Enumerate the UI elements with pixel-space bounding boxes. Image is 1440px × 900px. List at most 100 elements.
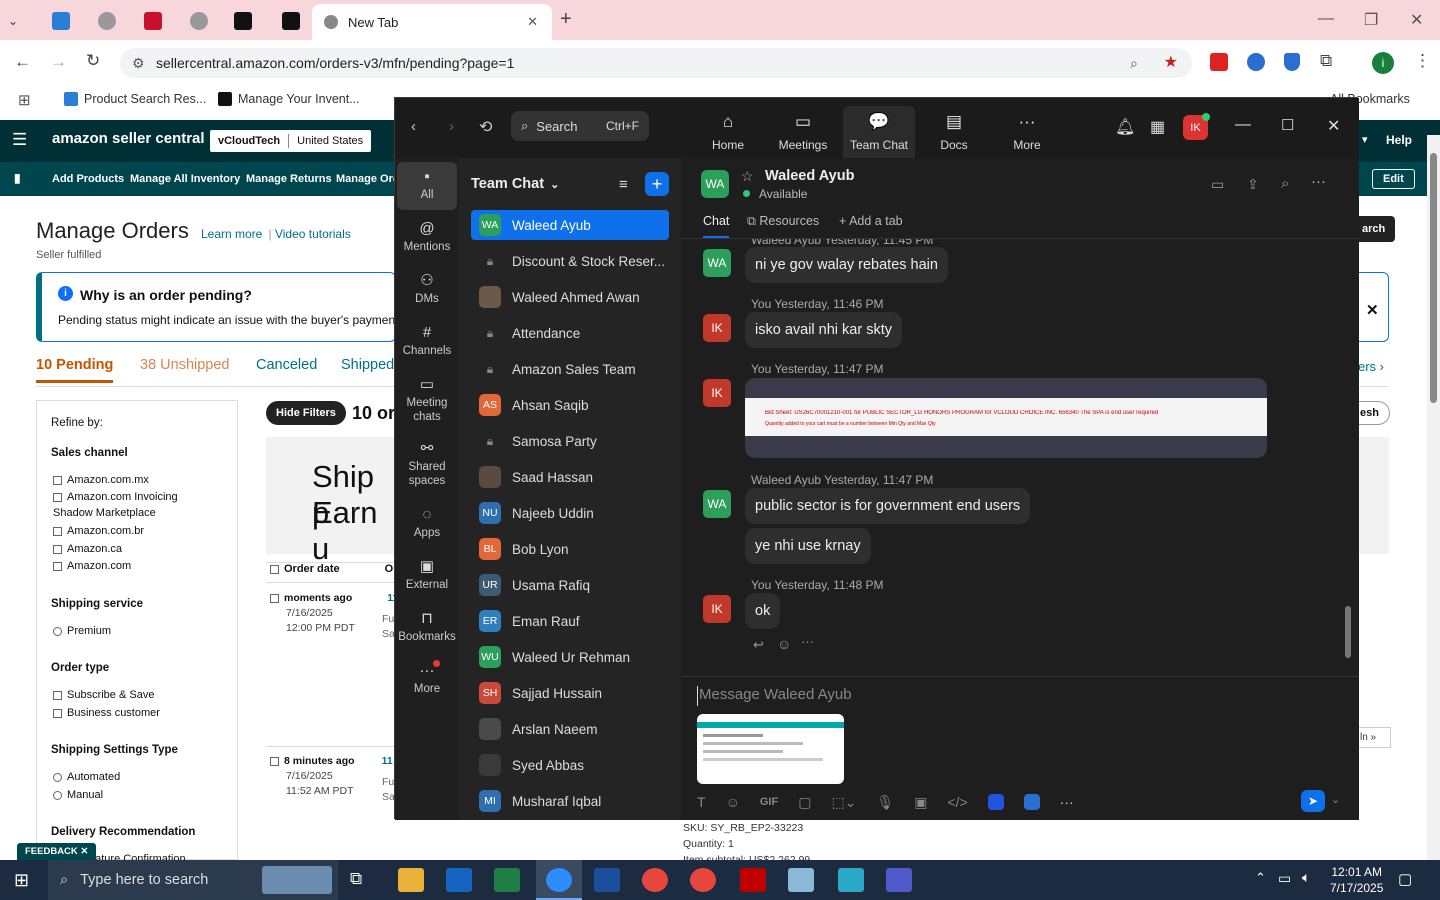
top-nav-home[interactable]: ⌂ Home [693,112,763,152]
notification-center-icon[interactable]: ▢ [1398,870,1412,888]
system-clock[interactable]: 12:01 AM 7/17/2025 [1330,864,1383,896]
extensions-puzzle-icon[interactable]: ⧉ [1320,51,1332,71]
contact-item[interactable]: NU Najeeb Uddin [471,498,669,528]
chevron-up-icon[interactable]: ⌃ [1255,870,1266,886]
tab-list-button[interactable]: ⌄ [8,6,18,36]
back-icon[interactable]: ← [14,52,31,72]
hide-filters-button[interactable]: Hide Filters [266,401,346,425]
tab-favicon-3[interactable] [144,6,162,36]
message-avatar[interactable]: WA [703,249,731,277]
pasted-image-preview[interactable] [697,714,844,784]
minimize-icon[interactable]: — [1235,116,1251,134]
search-icon[interactable]: ⌕ [1281,175,1289,192]
top-nav-docs[interactable]: ▤ Docs [919,112,989,152]
checkbox[interactable] [53,492,62,502]
more-options-icon[interactable]: ··· [1311,173,1326,190]
tab-favicon-amazon[interactable] [234,6,252,36]
emoji-icon[interactable]: ☺ [726,794,740,810]
tab-favicon-1[interactable] [52,6,70,36]
contact-item[interactable]: BL Bob Lyon [471,534,669,564]
profile-avatar[interactable]: i [1372,52,1394,74]
excel-icon[interactable] [494,868,520,892]
amazon-logo[interactable]: amazon seller central [52,130,205,147]
nav-add-products[interactable]: Add Products [52,173,124,185]
calculator-icon[interactable] [594,868,620,892]
top-nav-team-chat[interactable]: 💬 Team Chat [843,106,915,158]
app-icon[interactable] [788,868,814,892]
checkbox[interactable] [53,690,62,700]
top-nav-more[interactable]: ··· More [992,112,1062,152]
contact-item[interactable]: 🔒︎ Attendance [471,318,669,348]
filter-option[interactable]: Subscribe & Save [53,689,154,701]
bookmark-manage-inventory[interactable]: Manage Your Invent... [218,92,360,106]
checkbox[interactable] [53,475,62,485]
checkbox[interactable] [53,561,62,571]
calendar-icon[interactable]: ▦ [1150,117,1165,137]
chat-avatar[interactable]: WA [701,170,729,198]
rail-more[interactable]: ··· More [397,663,457,696]
maximize-icon[interactable]: ☐ [1281,116,1294,134]
close-window-icon[interactable]: ✕ [1410,10,1423,30]
radio[interactable] [53,790,62,800]
refresh-button[interactable]: esh [1358,401,1390,425]
message-input[interactable]: Message Waleed Ayub [697,686,1337,706]
site-info-icon[interactable]: ⚙ [132,48,145,78]
contact-item[interactable]: SH Sajjad Hussain [471,678,669,708]
rail-meeting-chats[interactable]: ▭ Meeting chats [397,377,457,424]
tab-favicon-amazon-2[interactable] [282,6,300,36]
apps-grid-icon[interactable]: ⊞ [18,91,31,109]
address-bar[interactable]: ⚙ sellercentral.amazon.com/orders-v3/mfn… [120,48,1192,78]
message-avatar[interactable]: WA [703,490,731,518]
message-avatar[interactable]: IK [703,595,731,623]
new-chat-button[interactable]: + [645,172,669,196]
history-icon[interactable]: ⟲ [479,117,492,137]
app-icon[interactable] [838,868,864,892]
dropdown-chevron-icon[interactable]: ▾ [1362,133,1368,146]
rail-all[interactable]: ▪ All [397,162,457,210]
rail-dms[interactable]: ⚇ DMs [397,273,457,306]
radio[interactable] [53,626,62,636]
contact-item[interactable]: Saad Hassan [471,462,669,492]
filter-option[interactable]: Amazon.com.mx [53,474,149,486]
bookmark-product-search[interactable]: Product Search Res... [64,92,206,106]
hamburger-menu-icon[interactable]: ☰ [12,130,27,150]
microphone-icon[interactable]: 🎙︎ [876,794,894,811]
help-link[interactable]: Help [1386,133,1412,147]
edit-nav-button[interactable]: Edit [1372,169,1415,189]
scrollbar-thumb[interactable] [1345,606,1351,658]
row-checkbox[interactable] [270,756,279,766]
close-info-icon[interactable]: ✕ [1366,301,1379,319]
tab-more-link[interactable]: ers › [1358,359,1384,374]
rail-channels[interactable]: # Channels [397,325,457,358]
tab-favicon-2[interactable] [98,6,116,36]
reply-icon[interactable]: ↩ [753,637,764,653]
minimize-icon[interactable]: — [1318,10,1334,28]
zoom-search-icon[interactable]: ⌕ [1130,48,1138,78]
bookmark-icon[interactable]: ▮ [14,171,21,185]
windows-start-icon[interactable]: ⊞ [14,870,29,891]
share-screen-icon[interactable]: ⇪ [1247,176,1259,193]
row-checkbox[interactable] [270,593,279,603]
code-snippet-icon[interactable]: </> [947,794,967,810]
filezilla-icon[interactable] [740,868,766,892]
contact-item[interactable]: WA Waleed Ayub [471,210,669,240]
filter-option[interactable]: Amazon.com Invoicing [53,491,178,503]
filter-option[interactable]: Amazon.ca [53,543,122,555]
filter-option[interactable]: Business customer [53,707,160,719]
tab-resources[interactable]: ⧉ Resources [747,214,819,229]
learn-more-link[interactable]: Learn more [201,227,262,241]
browser-menu-icon[interactable]: ⋮ [1414,51,1431,71]
emoji-reaction-icon[interactable]: ☺ [777,636,791,652]
tab-canceled[interactable]: Canceled [256,357,317,373]
video-call-icon[interactable]: ▭ [1211,176,1224,193]
zoom-search-bar[interactable]: ⌕ Search Ctrl+F [511,111,649,141]
speaker-muted-icon[interactable]: 🔈︎ [1302,869,1310,886]
restore-icon[interactable]: ❐ [1364,10,1378,30]
rail-shared-spaces[interactable]: ⚯ Shared spaces [397,441,457,488]
rail-mentions[interactable]: @ Mentions [397,221,457,254]
contact-item[interactable]: Syed Abbas [471,750,669,780]
tab-favicon-4[interactable] [190,6,208,36]
nav-manage-inventory[interactable]: Manage All Inventory [130,173,240,185]
gif-button[interactable]: GIF [760,796,778,808]
notifications-bell-icon[interactable]: 🔔︎ [1115,117,1135,137]
